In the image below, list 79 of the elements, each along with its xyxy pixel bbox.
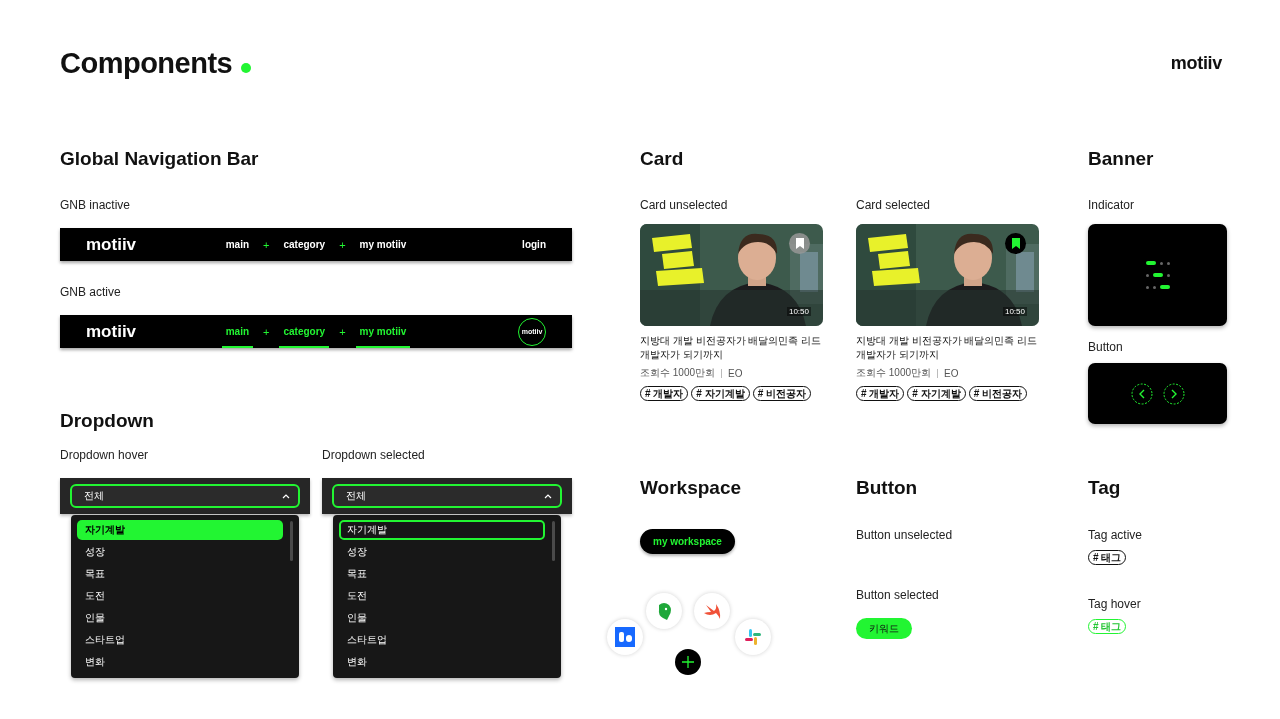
dot-icon [241,63,252,73]
dropdown-option[interactable]: 자기계발 [77,520,283,540]
dropdown-option[interactable]: 도전 [77,586,283,606]
dropdown-option[interactable]: 인물 [77,608,283,628]
dropdown-option[interactable]: 목표 [77,564,283,584]
bookmark-icon [1010,237,1021,250]
app-button[interactable] [694,593,730,629]
brand-logo: motiiv [1170,52,1222,74]
dropdown-option[interactable]: 목표 [339,564,545,584]
section-title: Dropdown [60,410,155,432]
variant-label: Card selected [856,198,932,212]
duration-badge: 10:50 [1002,307,1027,316]
channel-name: EO [728,367,743,379]
variant-label: GNB inactive [60,198,132,212]
bookmark-icon [794,237,805,250]
dropdown-option[interactable]: 인물 [339,608,545,628]
add-button[interactable] [675,649,701,675]
variant-label: Tag active [1088,528,1144,542]
variant-label: Button selected [856,588,940,602]
variant-label: Card unselected [640,198,729,212]
variant-label: Button unselected [856,528,954,542]
dropdown-option[interactable]: 성장 [339,542,545,562]
page-indicator[interactable] [1145,261,1170,265]
nav-link[interactable]: main [221,228,254,261]
next-button[interactable] [1162,382,1185,405]
app-icon [615,627,635,647]
plus-separator: + [263,324,270,340]
section-title: Card [640,148,685,170]
video-title[interactable]: 지방대 개발 비전공자가 배달의민족 리드 개발자가 되기까지 [856,334,1039,362]
nav-link[interactable]: my motiiv [355,315,411,348]
dropdown-option[interactable]: 변화 [77,652,283,672]
plus-separator: + [339,324,346,340]
variant-label: Dropdown selected [322,448,426,462]
dropdown-field[interactable]: 전체 [70,484,300,508]
variant-label: Indicator [1088,198,1136,212]
caret-icon [282,492,290,500]
section-title: Banner [1088,148,1155,170]
nav-link[interactable]: category [279,315,330,348]
app-button[interactable] [646,593,682,629]
page-indicator[interactable] [1145,273,1170,277]
hash-icon [743,627,763,647]
previous-button[interactable] [1130,382,1153,405]
variant-label: GNB active [60,285,122,299]
dropdown-field[interactable]: 전체 [332,484,562,508]
dropdown-option[interactable]: 성장 [77,542,283,562]
plus-separator: + [263,237,270,253]
login-link[interactable]: login [522,239,546,250]
view-count: 조회수 1000만회 [856,366,932,380]
section-title: Tag [1088,477,1122,499]
plus-separator: + [339,237,346,253]
caret-icon [544,492,552,500]
nav-link[interactable]: category [279,228,330,261]
nav-link[interactable]: my motiiv [355,228,411,261]
view-count: 조회수 1000만회 [640,366,716,380]
dropdown-option[interactable]: 도전 [339,586,545,606]
duration-badge: 10:50 [786,307,811,316]
app-button[interactable] [607,619,643,655]
app-button[interactable] [735,619,771,655]
page-indicator[interactable] [1145,285,1170,289]
variant-label: Dropdown hover [60,448,150,462]
workspace-button[interactable]: my workspace [640,529,735,554]
keyword-button[interactable]: 키워드 [856,618,912,639]
dropdown-option[interactable]: 스타트업 [339,630,545,650]
dropdown-option[interactable]: 변화 [339,652,545,672]
nav-link[interactable]: main [221,315,254,348]
scrollbar[interactable] [290,521,293,561]
logo[interactable]: motiiv [86,228,222,261]
dropdown-option[interactable]: 스타트업 [77,630,283,650]
video-title[interactable]: 지방대 개발 비전공자가 배달의민족 리드 개발자가 되기까지 [640,334,823,362]
variant-label: Button [1088,340,1124,354]
page-title: Components [60,46,233,80]
scrollbar[interactable] [552,521,555,561]
logo[interactable]: motiiv [86,315,222,348]
section-title: Button [856,477,919,499]
section-title: Global Navigation Bar [60,148,260,170]
dropdown-option[interactable]: 자기계발 [339,520,545,540]
variant-label: Tag hover [1088,597,1142,611]
section-title: Workspace [640,477,743,499]
channel-name: EO [944,367,959,379]
